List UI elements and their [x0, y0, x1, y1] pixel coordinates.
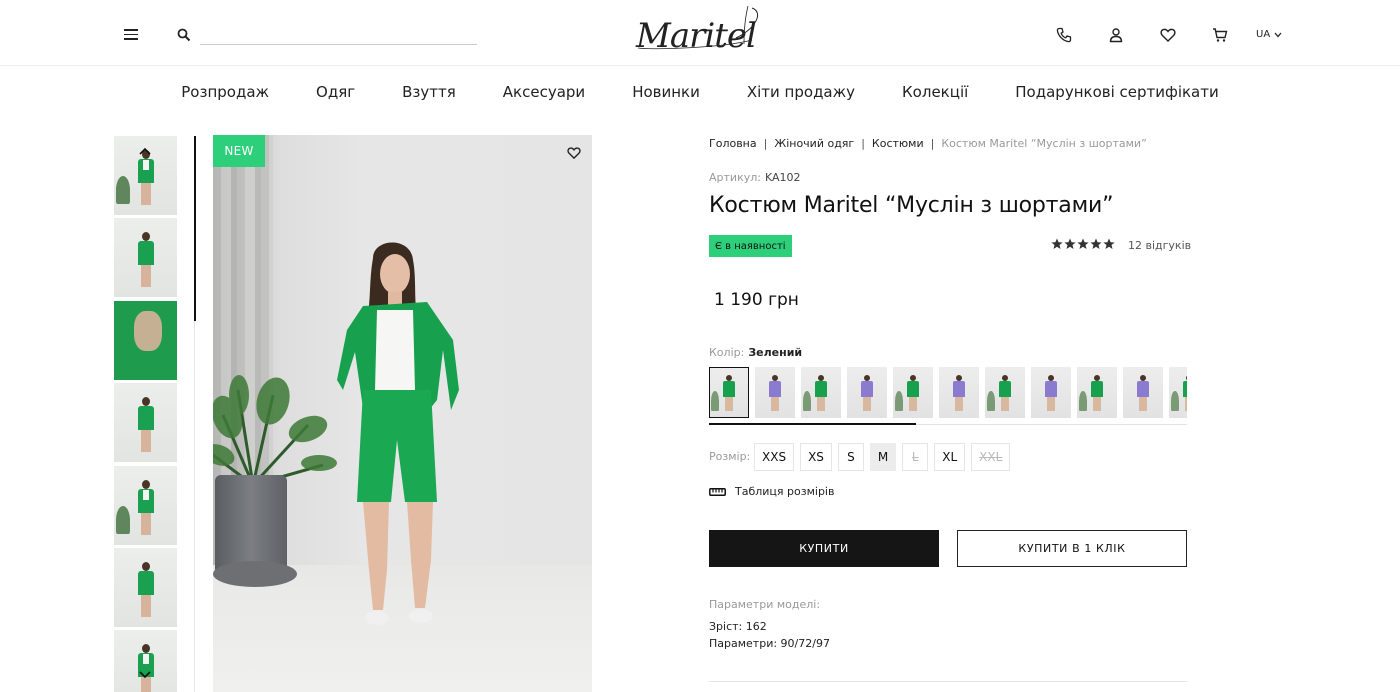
- color-swatch-green[interactable]: [1077, 367, 1117, 418]
- color-swatch-green[interactable]: [985, 367, 1025, 418]
- size-option-xs[interactable]: XS: [800, 443, 832, 471]
- model-height: Зріст: 162: [709, 620, 767, 633]
- cart-icon[interactable]: [1212, 27, 1228, 43]
- star-icon: [1090, 238, 1102, 249]
- swatch-scrollbar[interactable]: [709, 423, 1187, 425]
- thumbnail[interactable]: [114, 630, 177, 692]
- stock-badge: Є в наявності: [709, 235, 792, 257]
- sku-label: Артикул:: [709, 171, 761, 184]
- language-selector[interactable]: UA: [1256, 29, 1282, 40]
- size-option-l: L: [902, 443, 929, 471]
- nav-item-bestsellers[interactable]: Хіти продажу: [747, 83, 855, 101]
- thumbnail[interactable]: [114, 383, 177, 463]
- thumbnail-scrollbar[interactable]: [194, 136, 196, 321]
- breadcrumb-current: Костюм Maritel “Муслін з шортами”: [941, 137, 1147, 150]
- nav-item-accessories[interactable]: Аксесуари: [503, 83, 585, 101]
- breadcrumb-separator: |: [763, 137, 768, 150]
- model-figure: [337, 242, 459, 625]
- size-table-link[interactable]: Таблиця розмірів: [709, 485, 834, 498]
- color-value: Зелений: [748, 346, 803, 359]
- size-option-m[interactable]: M: [869, 443, 897, 471]
- breadcrumb: Головна | Жіночий одяг | Костюми | Костюм Mari…: [709, 137, 1147, 150]
- reviews-link[interactable]: 12 відгуків: [1128, 239, 1191, 252]
- size-option-xxl: XXL: [971, 443, 1011, 471]
- thumbnail[interactable]: [114, 218, 177, 298]
- color-swatch-purple[interactable]: [755, 367, 795, 418]
- star-icon: [1077, 238, 1089, 249]
- color-label: Колір: Зелений: [709, 346, 802, 359]
- sku-value: KA102: [764, 171, 801, 184]
- language-label: UA: [1256, 29, 1271, 40]
- color-swatch-green[interactable]: [1169, 367, 1187, 418]
- color-swatch-green[interactable]: [709, 367, 749, 418]
- nav-item-new[interactable]: Новинки: [632, 83, 700, 101]
- nav-item-sale[interactable]: Розпродаж: [181, 83, 269, 101]
- nav-item-gift-cards[interactable]: Подарункові сертифікати: [1015, 83, 1218, 101]
- star-icon: [1051, 238, 1063, 249]
- search-input[interactable]: [200, 24, 477, 45]
- size-table-label: Таблиця розмірів: [735, 485, 835, 498]
- size-option-s[interactable]: S: [837, 443, 864, 471]
- nav-item-clothing[interactable]: Одяг: [316, 83, 355, 101]
- product-main-image[interactable]: [213, 135, 592, 692]
- swatch-scroll-thumb[interactable]: [709, 423, 916, 425]
- thumbnail[interactable]: [114, 547, 177, 627]
- model-measurements: Параметри: 90/72/97: [709, 637, 830, 650]
- pot-stand: [213, 561, 297, 587]
- heart-icon[interactable]: [1160, 27, 1176, 43]
- nav-item-collections[interactable]: Колекції: [902, 83, 968, 101]
- nav-item-shoes[interactable]: Взуття: [402, 83, 456, 101]
- thumbnail[interactable]: [114, 300, 177, 380]
- thumbnail-scroll-track: [194, 321, 195, 692]
- ruler-icon: [709, 487, 726, 496]
- phone-icon[interactable]: [1056, 27, 1072, 43]
- chevron-down-icon: [1274, 32, 1282, 37]
- buy-one-click-button[interactable]: КУПИТИ В 1 КЛІК: [957, 530, 1187, 567]
- new-badge: NEW: [213, 135, 265, 167]
- star-icon: [1064, 238, 1076, 249]
- size-label: Розмір:: [709, 450, 751, 463]
- price: 1 190 грн: [714, 290, 799, 310]
- rating-stars[interactable]: [1051, 238, 1115, 250]
- color-swatch-purple[interactable]: [847, 367, 887, 418]
- menu-icon[interactable]: [124, 29, 138, 41]
- thumbnail[interactable]: [114, 465, 177, 545]
- color-swatch-purple[interactable]: [1031, 367, 1071, 418]
- color-swatches: [709, 367, 1187, 419]
- sku: Артикул: KA102: [709, 171, 801, 184]
- logo-text: Maritel: [636, 16, 757, 56]
- main-nav: Розпродаж Одяг Взуття Аксесуари Новинки …: [0, 66, 1400, 118]
- size-selector: XXS XS S M L XL XXL: [754, 443, 1011, 471]
- thumbnail-list: [114, 136, 177, 692]
- buy-button[interactable]: КУПИТИ: [709, 530, 939, 567]
- plant-pot: [215, 475, 287, 575]
- breadcrumb-womens-clothing[interactable]: Жіночий одяг: [774, 137, 854, 150]
- color-label-text: Колір:: [709, 346, 745, 359]
- product-title: Костюм Maritel “Муслін з шортами”: [709, 193, 1114, 218]
- heart-icon[interactable]: [567, 146, 581, 159]
- size-option-xl[interactable]: XL: [934, 443, 966, 471]
- color-swatch-green[interactable]: [893, 367, 933, 418]
- size-option-xxs[interactable]: XXS: [754, 443, 795, 471]
- color-swatch-purple[interactable]: [1123, 367, 1163, 418]
- logo[interactable]: Maritel: [632, 4, 768, 56]
- chevron-down-icon[interactable]: [138, 670, 152, 680]
- model-params-title: Параметри моделі:: [709, 598, 821, 611]
- breadcrumb-separator: |: [861, 137, 865, 150]
- search-icon[interactable]: [177, 28, 191, 42]
- site-header: Maritel UA: [0, 0, 1400, 66]
- chevron-up-icon[interactable]: [138, 146, 152, 156]
- color-swatch-purple[interactable]: [939, 367, 979, 418]
- breadcrumb-home[interactable]: Головна: [709, 137, 757, 150]
- color-swatch-green[interactable]: [801, 367, 841, 418]
- star-icon: [1103, 238, 1115, 249]
- divider: [709, 681, 1187, 682]
- breadcrumb-separator: |: [930, 137, 935, 150]
- breadcrumb-suits[interactable]: Костюми: [872, 137, 924, 150]
- user-icon[interactable]: [1108, 27, 1124, 43]
